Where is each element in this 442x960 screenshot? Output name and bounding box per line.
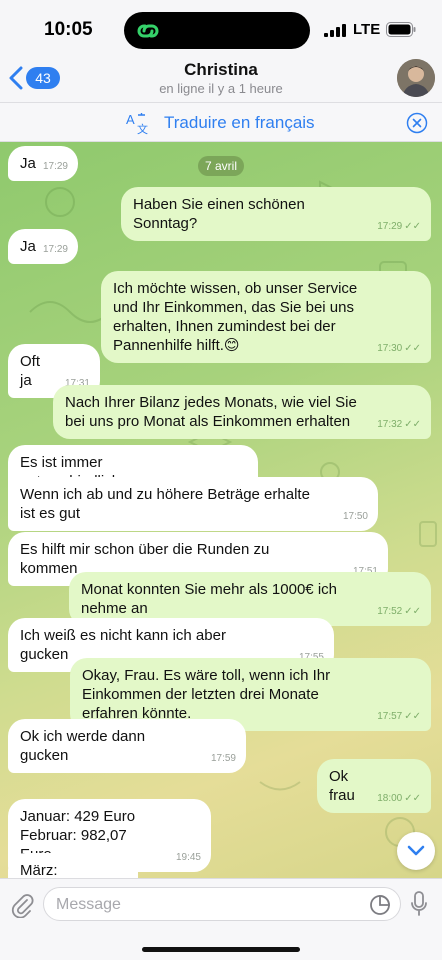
message-time: 17:59 <box>211 749 236 768</box>
message-time: 17:29 <box>43 157 68 176</box>
translate-bar: A 文 Traduire en français <box>0 102 442 142</box>
message-timestamp: 17:30 <box>377 343 403 354</box>
message-time: 17:29 <box>43 240 68 259</box>
top-bar: 10:05 LTE 43 Christina en ligne il y a 1… <box>0 0 442 102</box>
network-label: LTE <box>353 21 381 38</box>
incoming-message[interactable]: Wenn ich ab und zu höhere Beträge erhalt… <box>8 477 378 531</box>
incoming-message[interactable]: Ja 17:29 <box>8 229 78 264</box>
message-timestamp: 17:57 <box>377 711 403 722</box>
message-time: 17:30 ✓✓ <box>377 339 421 358</box>
contact-name[interactable]: Christina <box>0 60 442 80</box>
message-time: 17:50 <box>343 507 368 526</box>
message-field[interactable] <box>43 887 401 921</box>
read-check-icon: ✓✓ <box>404 711 421 722</box>
message-timestamp: 17:50 <box>342 511 368 522</box>
message-timestamp: 17:59 <box>210 753 236 764</box>
link-icon <box>137 24 159 38</box>
date-separator: 7 avril <box>198 156 245 176</box>
message-text: Ok ich werde dann gucken <box>20 728 146 764</box>
read-check-icon: ✓✓ <box>404 221 421 232</box>
home-indicator <box>142 947 300 952</box>
message-text: Monat konnten Sie mehr als 1000€ ich neh… <box>81 581 337 617</box>
close-icon[interactable] <box>406 112 428 134</box>
message-time: 17:57 ✓✓ <box>377 707 421 726</box>
message-text: Wenn ich ab und zu höhere Beträge erhalt… <box>20 486 310 522</box>
message-timestamp: 17:29 <box>42 161 68 172</box>
read-check-icon: ✓✓ <box>404 793 421 804</box>
contact-status: en ligne il y a 1 heure <box>159 81 283 96</box>
svg-text:文: 文 <box>137 122 148 135</box>
read-check-icon: ✓✓ <box>404 606 421 617</box>
translate-button[interactable]: Traduire en français <box>164 113 315 133</box>
message-text: Ok frau <box>329 768 355 804</box>
message-timestamp: 17:32 <box>377 419 403 430</box>
outgoing-message[interactable]: Haben Sie einen schönen Sonntag? 17:29 ✓✓ <box>121 187 431 241</box>
scroll-down-button[interactable] <box>397 832 435 870</box>
message-time: 17:29 ✓✓ <box>377 217 421 236</box>
svg-text:A: A <box>126 112 135 127</box>
message-time: 17:52 ✓✓ <box>377 602 421 621</box>
translate-icon: A 文 <box>126 112 148 135</box>
message-text: März: 1205,63 <box>20 862 58 878</box>
message-text: Haben Sie einen schönen Sonntag? <box>133 196 305 232</box>
outgoing-message[interactable]: Nach Ihrer Bilanz jedes Monats, wie viel… <box>53 385 431 439</box>
read-check-icon: ✓✓ <box>404 343 421 354</box>
message-timestamp: 17:29 <box>42 244 68 255</box>
sticker-icon[interactable] <box>369 894 391 916</box>
message-text: Nach Ihrer Bilanz jedes Monats, wie viel… <box>65 394 357 430</box>
message-timestamp: 19:45 <box>175 852 201 863</box>
signal-icon <box>324 24 346 37</box>
message-time: 19:45 <box>176 848 201 867</box>
composer-bar <box>0 878 442 960</box>
microphone-icon[interactable] <box>410 891 428 917</box>
message-timestamp: 18:00 <box>377 793 403 804</box>
read-check-icon: ✓✓ <box>404 419 421 430</box>
message-text: Okay, Frau. Es wäre toll, wenn ich Ihr E… <box>82 667 331 722</box>
avatar[interactable] <box>397 59 435 97</box>
incoming-message[interactable]: März: 1205,6319:55 <box>8 853 138 878</box>
message-time: 18:00 ✓✓ <box>377 789 421 808</box>
message-time: 17:32 ✓✓ <box>377 415 421 434</box>
chat-area[interactable]: 7 avril Ja 17:29 Haben Sie einen schönen S… <box>0 142 442 878</box>
status-time: 10:05 <box>44 19 93 40</box>
message-timestamp: 17:52 <box>377 606 403 617</box>
message-text: Ich möchte wissen, ob unser Service und … <box>113 280 358 354</box>
incoming-message[interactable]: Ok ich werde dann gucken 17:59 <box>8 719 246 773</box>
message-input[interactable] <box>56 894 356 916</box>
paperclip-icon[interactable] <box>10 892 34 918</box>
avatar-photo <box>397 59 435 97</box>
message-text: Oft ja <box>20 353 41 389</box>
outgoing-message[interactable]: Ich möchte wissen, ob unser Service und … <box>101 271 431 363</box>
outgoing-message[interactable]: Ok frau 18:00 ✓✓ <box>317 759 431 813</box>
incoming-message[interactable]: Ja 17:29 <box>8 146 78 181</box>
message-timestamp: 17:29 <box>377 221 403 232</box>
chevron-down-icon <box>407 845 425 856</box>
battery-icon <box>386 22 416 37</box>
dynamic-island <box>124 12 310 49</box>
